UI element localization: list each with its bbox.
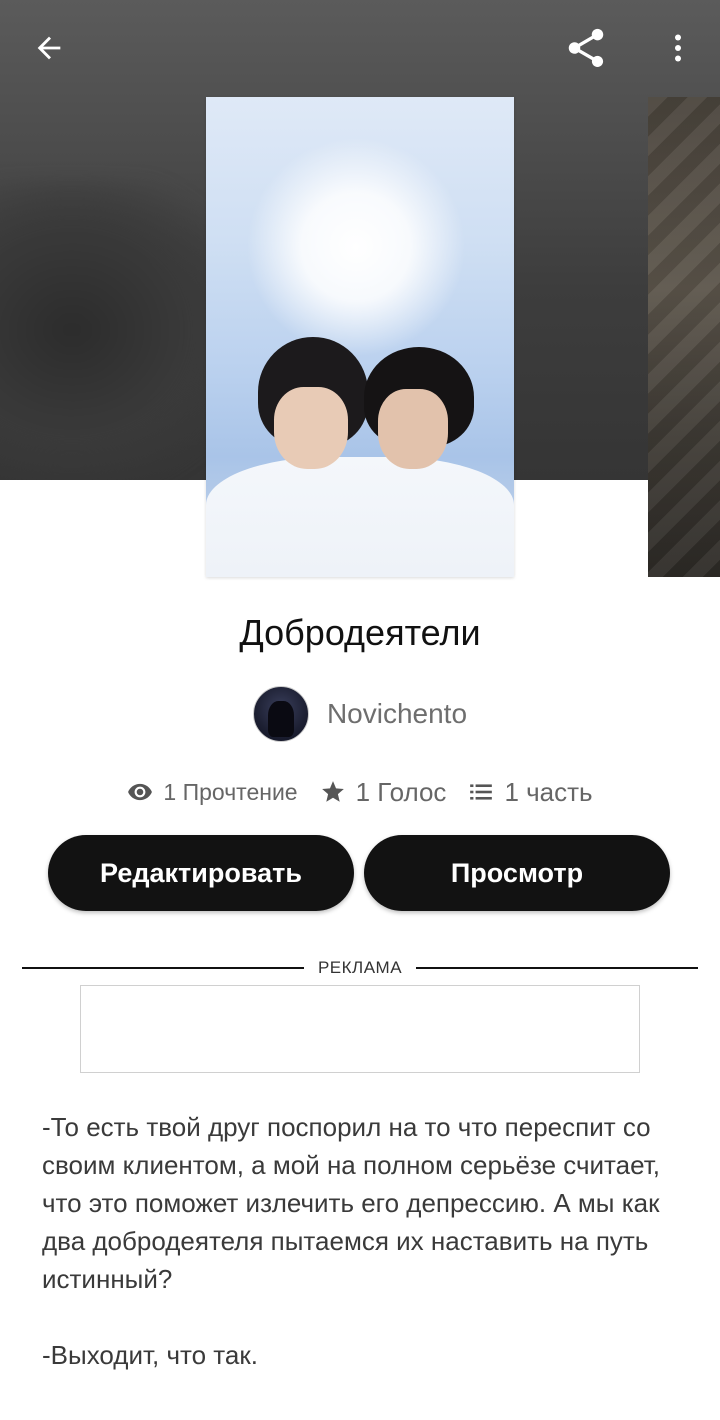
more-options-button[interactable] [650,20,706,76]
eye-icon [128,783,153,801]
share-button[interactable] [558,20,614,76]
parts-stat: 1 часть [468,776,593,808]
reads-stat: 1 Прочтение [127,778,298,806]
backdrop-blur [0,180,240,480]
votes-count: 1 Голос [355,776,447,807]
reads-count: 1 Прочтение [163,778,298,805]
ad-slot[interactable] [80,985,640,1073]
author-avatar[interactable] [252,686,309,742]
arrow-left-icon [37,36,61,60]
story-title: Добродеятели [239,612,481,653]
parts-count: 1 часть [504,776,593,807]
story-cover-image[interactable] [206,97,514,577]
excerpt-paragraph: -Выходит, что так. [42,1340,258,1370]
edit-button[interactable]: Редактировать [48,835,354,911]
share-icon [568,28,604,68]
votes-stat: 1 Голос [320,776,447,808]
ad-divider: РЕКЛАМА [22,956,699,980]
list-icon [470,784,493,800]
story-stats: 1 Прочтение 1 Голос 1 часть [0,772,720,812]
author-name[interactable]: Novichento [327,698,467,730]
more-vertical-icon [675,34,681,62]
top-app-bar [0,0,720,96]
view-button[interactable]: Просмотр [364,835,670,911]
back-button[interactable] [21,20,77,76]
star-icon [321,781,344,802]
ad-label: РЕКЛАМА [317,958,403,977]
next-story-cover[interactable] [648,97,720,577]
author-row[interactable]: Novichento [0,686,720,742]
divider-line-right [416,967,699,969]
story-excerpt: -То есть твой друг поспорил на то что пе… [42,1108,662,1412]
excerpt-paragraph: -То есть твой друг поспорил на то что пе… [42,1112,660,1294]
divider-line-left [22,967,304,969]
